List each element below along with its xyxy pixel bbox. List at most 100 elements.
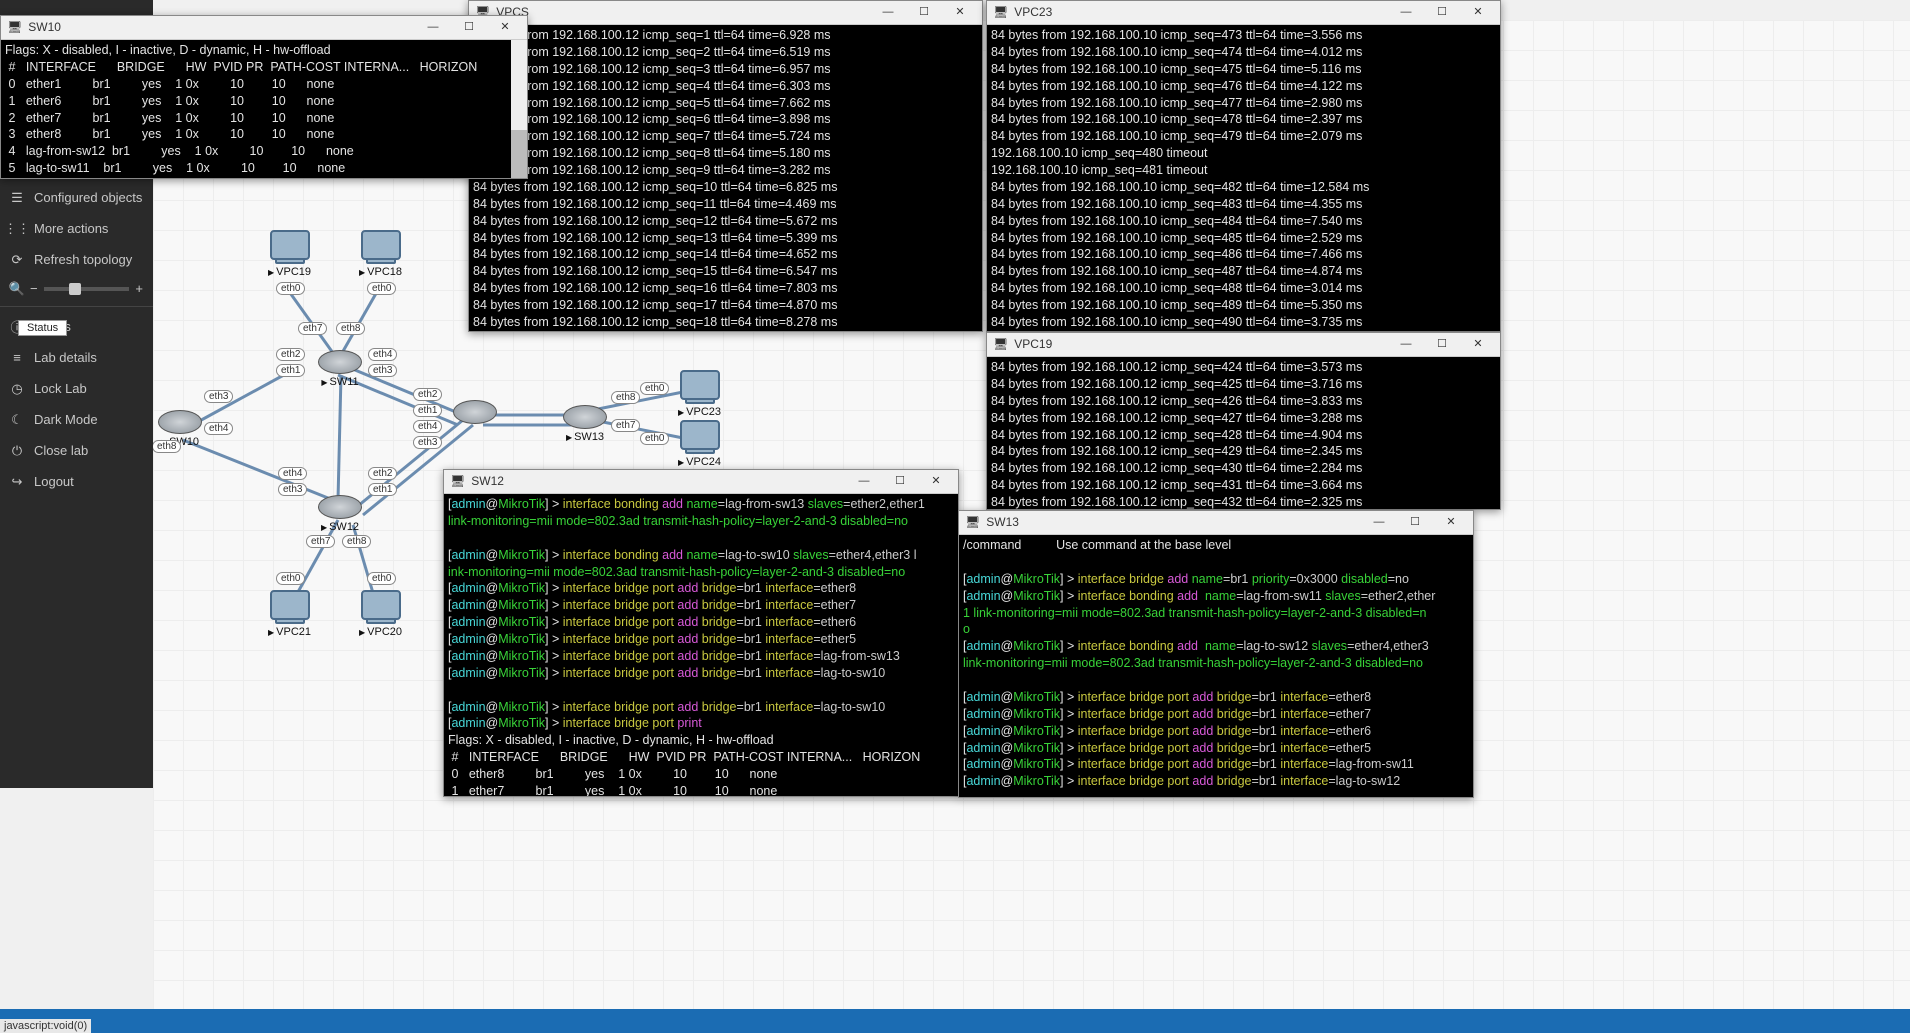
close-icon[interactable]: ✕ bbox=[1460, 333, 1496, 357]
minimize-icon[interactable]: — bbox=[415, 16, 451, 40]
terminal-body[interactable]: /command Use command at the base level [… bbox=[959, 535, 1473, 797]
zoom-knob[interactable] bbox=[69, 283, 81, 295]
taskbar[interactable] bbox=[0, 1009, 1910, 1033]
iface-SW12-eth2: eth2 bbox=[368, 467, 397, 480]
maximize-icon[interactable]: ☐ bbox=[882, 470, 918, 494]
device-fabric[interactable]: eth2 eth1 eth4 eth3 bbox=[453, 400, 497, 424]
status-bar-text: javascript:void(0) bbox=[0, 1019, 91, 1033]
maximize-icon[interactable]: ☐ bbox=[1424, 333, 1460, 357]
sidebar-item-refresh[interactable]: ⟳ Refresh topology bbox=[0, 244, 153, 275]
maximize-icon[interactable]: ☐ bbox=[451, 16, 487, 40]
sidebar-label: Close lab bbox=[34, 443, 88, 458]
terminal-vpcs[interactable]: 🖥VPCS —☐✕ 84 bytes from 192.168.100.12 i… bbox=[468, 0, 983, 332]
sidebar-item-lab-details[interactable]: ≡ Lab details bbox=[0, 342, 153, 373]
iface-SW10-eth4: eth4 bbox=[204, 422, 233, 435]
close-icon[interactable]: ✕ bbox=[487, 16, 523, 40]
terminal-body[interactable]: [admin@MikroTik] > interface bonding add… bbox=[444, 494, 958, 796]
iface-SW13-eth7: eth7 bbox=[611, 419, 640, 432]
iface-SW11-eth3: eth3 bbox=[368, 364, 397, 377]
maximize-icon[interactable]: ☐ bbox=[1424, 1, 1460, 25]
sidebar-item-configured-objects[interactable]: ☰ Configured objects bbox=[0, 182, 153, 213]
terminal-vpc23[interactable]: 🖥VPC23 —☐✕ 84 bytes from 192.168.100.10 … bbox=[986, 0, 1501, 332]
router-icon bbox=[318, 350, 362, 374]
putty-icon: 🖥 bbox=[993, 4, 1008, 20]
minimize-icon[interactable]: — bbox=[1361, 511, 1397, 535]
zoom-control[interactable]: 🔍 − + bbox=[0, 275, 153, 302]
maximize-icon[interactable]: ☐ bbox=[1397, 511, 1433, 535]
device-VPC21[interactable]: ▶VPC21 eth0 bbox=[268, 590, 311, 638]
sidebar-item-close-lab[interactable]: ⏻ Close lab bbox=[0, 435, 153, 466]
iface-VPC21-eth0: eth0 bbox=[276, 572, 305, 585]
device-VPC18[interactable]: ▶VPC18 eth0 bbox=[359, 230, 402, 278]
pc-icon bbox=[680, 420, 720, 450]
iface-VPC18-eth0: eth0 bbox=[367, 282, 396, 295]
stack-icon: ☰ bbox=[10, 191, 24, 205]
iface-VPC23-eth0: eth0 bbox=[640, 382, 669, 395]
sidebar-item-dark-mode[interactable]: ☾ Dark Mode bbox=[0, 404, 153, 435]
sidebar-label: Dark Mode bbox=[34, 412, 98, 427]
scrollbar[interactable] bbox=[511, 40, 527, 178]
iface-VPC24-eth0: eth0 bbox=[640, 432, 669, 445]
sidebar-label: Configured objects bbox=[34, 190, 142, 205]
sidebar-label: Refresh topology bbox=[34, 252, 132, 267]
titlebar[interactable]: 🖥VPC19 —☐✕ bbox=[987, 333, 1500, 357]
iface-SW12-eth8: eth8 bbox=[342, 535, 371, 548]
sidebar-item-logout[interactable]: ↪ Logout bbox=[0, 466, 153, 497]
device-SW12[interactable]: ▶SW12 eth4 eth3 eth2 eth1 eth7 eth8 bbox=[318, 495, 362, 533]
iface-eth3: eth3 bbox=[413, 436, 442, 449]
window-title: SW13 bbox=[986, 514, 1019, 530]
maximize-icon[interactable]: ☐ bbox=[906, 1, 942, 25]
pc-icon bbox=[680, 370, 720, 400]
grid-icon: ⋮⋮ bbox=[10, 222, 24, 236]
device-SW13[interactable]: ▶SW13 eth8 eth7 bbox=[563, 405, 607, 443]
device-VPC24[interactable]: ▶VPC24 eth0 bbox=[678, 420, 721, 468]
zoom-icon: 🔍 bbox=[10, 282, 24, 296]
terminal-body[interactable]: 84 bytes from 192.168.100.12 icmp_seq=1 … bbox=[469, 25, 982, 331]
titlebar[interactable]: 🖥VPC23 —☐✕ bbox=[987, 1, 1500, 25]
terminal-vpc19[interactable]: 🖥VPC19 —☐✕ 84 bytes from 192.168.100.12 … bbox=[986, 332, 1501, 510]
terminal-sw12[interactable]: 🖥SW12 —☐✕ [admin@MikroTik] > interface b… bbox=[443, 469, 959, 797]
minimize-icon[interactable]: — bbox=[1388, 1, 1424, 25]
list-icon: ≡ bbox=[10, 351, 24, 365]
clock-icon: ◷ bbox=[10, 382, 24, 396]
pc-icon bbox=[270, 590, 310, 620]
minimize-icon[interactable]: — bbox=[870, 1, 906, 25]
window-title: SW10 bbox=[28, 19, 61, 35]
zoom-minus[interactable]: − bbox=[30, 281, 38, 296]
minimize-icon[interactable]: — bbox=[1388, 333, 1424, 357]
pc-icon bbox=[361, 230, 401, 260]
sidebar-item-more-actions[interactable]: ⋮⋮ More actions bbox=[0, 213, 153, 244]
iface-SW10-eth3: eth3 bbox=[204, 390, 233, 403]
titlebar[interactable]: 🖥VPCS —☐✕ bbox=[469, 1, 982, 25]
device-SW10[interactable]: ▶SW10 eth3 eth4 eth8 bbox=[158, 410, 202, 448]
window-title: VPC19 bbox=[1014, 336, 1052, 352]
pc-icon bbox=[361, 590, 401, 620]
zoom-slider[interactable] bbox=[44, 287, 130, 291]
device-VPC19[interactable]: ▶VPC19 eth0 bbox=[268, 230, 311, 278]
router-icon bbox=[318, 495, 362, 519]
device-VPC20[interactable]: ▶VPC20 eth0 bbox=[359, 590, 402, 638]
terminal-body[interactable]: 84 bytes from 192.168.100.10 icmp_seq=47… bbox=[987, 25, 1500, 331]
close-icon[interactable]: ✕ bbox=[1460, 1, 1496, 25]
titlebar[interactable]: 🖥SW13 —☐✕ bbox=[959, 511, 1473, 535]
iface-SW12-eth7: eth7 bbox=[306, 535, 335, 548]
iface-SW11-eth2: eth2 bbox=[276, 348, 305, 361]
close-icon[interactable]: ✕ bbox=[942, 1, 978, 25]
iface-VPC19-eth0: eth0 bbox=[276, 282, 305, 295]
titlebar[interactable]: 🖥SW12 —☐✕ bbox=[444, 470, 958, 494]
titlebar[interactable]: 🖥 SW10 — ☐ ✕ bbox=[1, 16, 527, 40]
putty-icon: 🖥 bbox=[7, 19, 22, 35]
minimize-icon[interactable]: — bbox=[846, 470, 882, 494]
device-VPC23[interactable]: ▶VPC23 eth0 bbox=[678, 370, 721, 418]
zoom-plus[interactable]: + bbox=[135, 281, 143, 296]
close-icon[interactable]: ✕ bbox=[918, 470, 954, 494]
terminal-body[interactable]: Flags: X - disabled, I - inactive, D - d… bbox=[1, 40, 527, 178]
close-icon[interactable]: ✕ bbox=[1433, 511, 1469, 535]
terminal-body[interactable]: 84 bytes from 192.168.100.12 icmp_seq=42… bbox=[987, 357, 1500, 509]
iface-SW12-eth1: eth1 bbox=[368, 483, 397, 496]
terminal-sw10[interactable]: 🖥 SW10 — ☐ ✕ Flags: X - disabled, I - ina… bbox=[0, 15, 528, 179]
moon-icon: ☾ bbox=[10, 413, 24, 427]
device-SW11[interactable]: ▶SW11 eth7 eth8 eth2 eth1 eth4 eth3 bbox=[318, 350, 362, 388]
sidebar-item-lock-lab[interactable]: ◷ Lock Lab bbox=[0, 373, 153, 404]
terminal-sw13[interactable]: 🖥SW13 —☐✕ /command Use command at the ba… bbox=[958, 510, 1474, 798]
